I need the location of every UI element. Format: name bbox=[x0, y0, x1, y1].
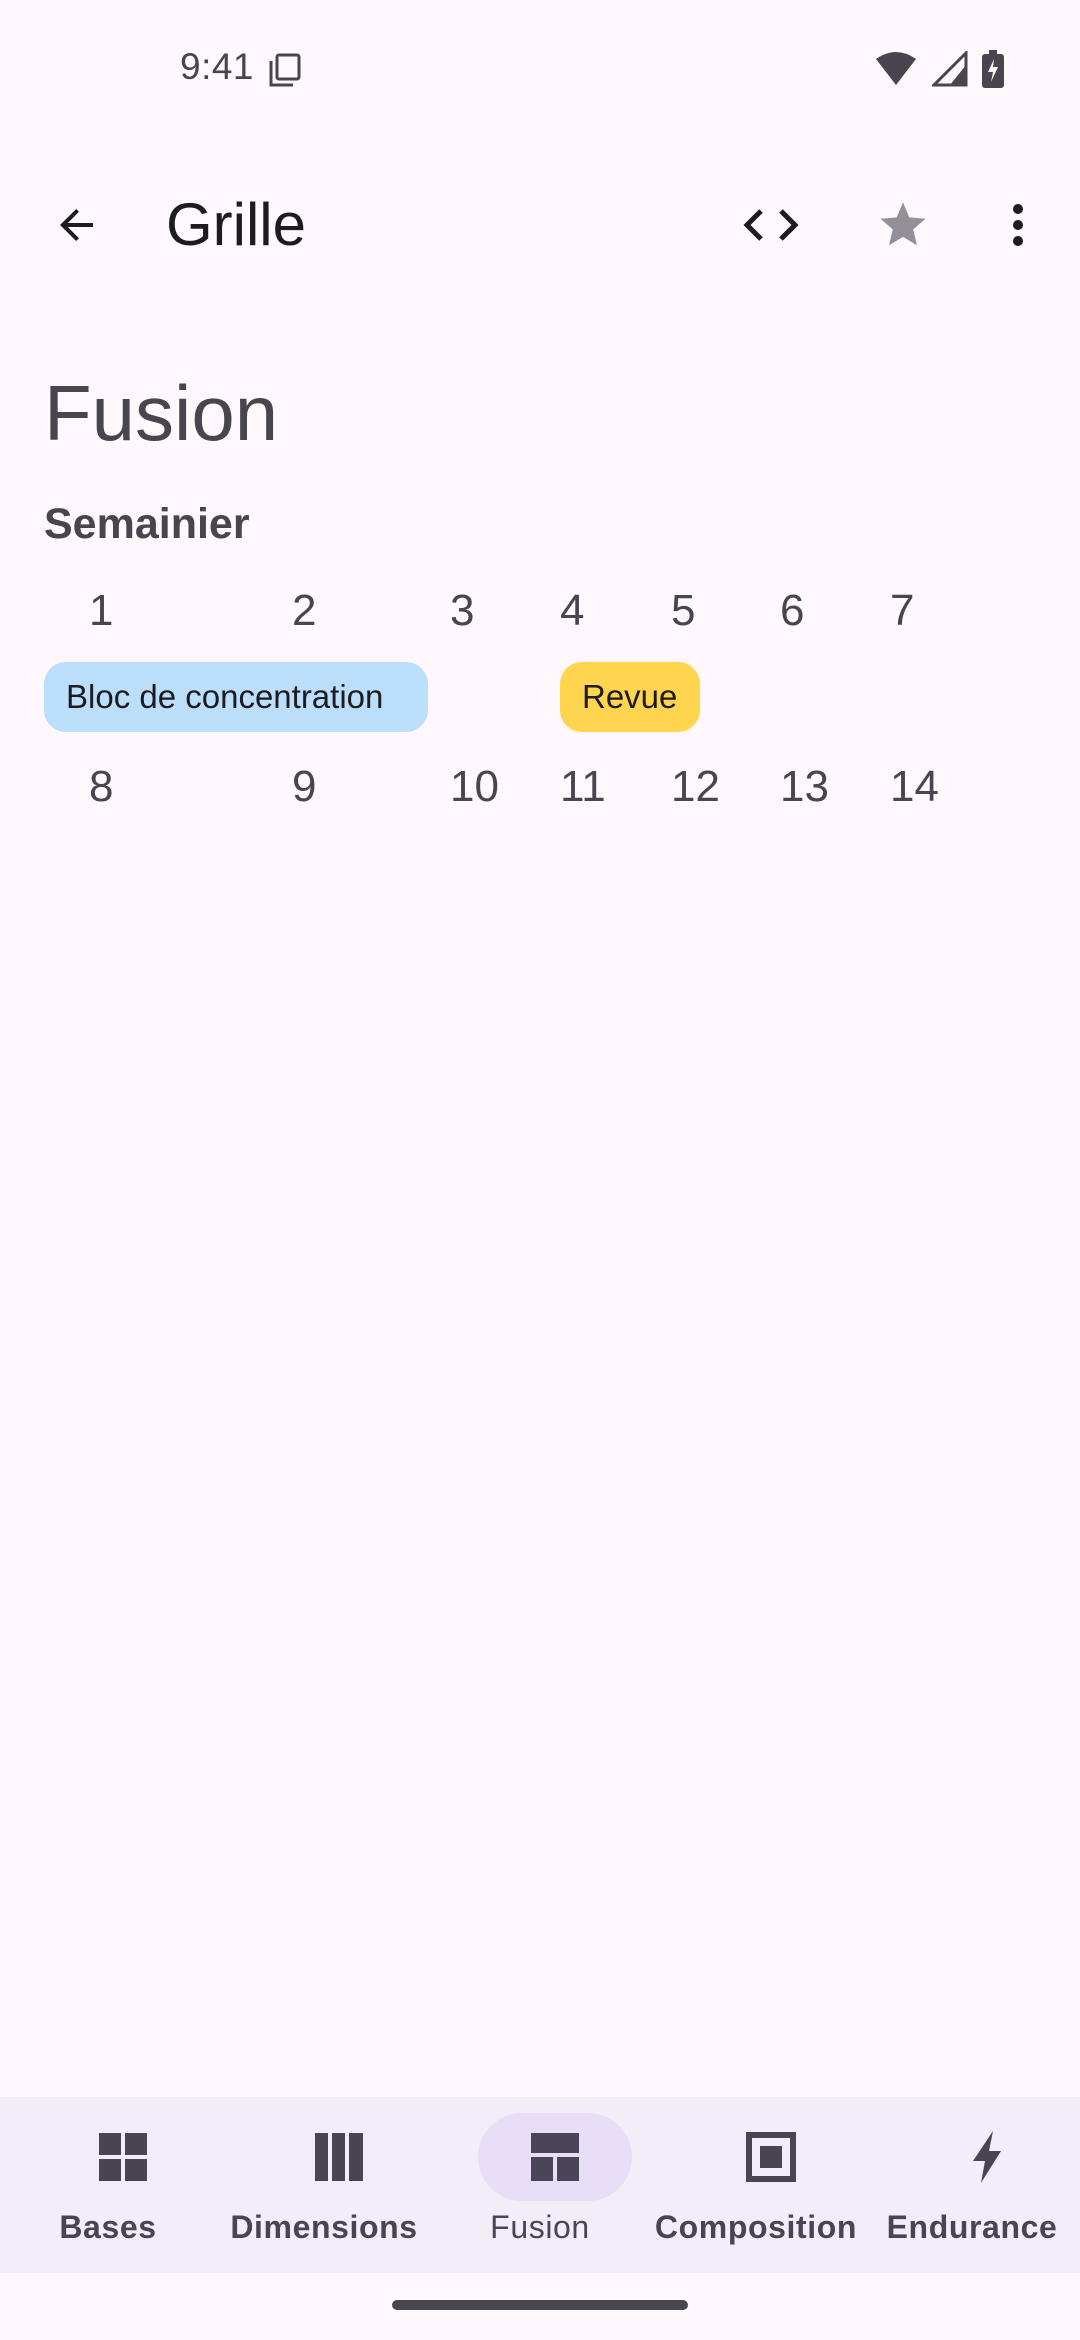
nested-square-icon bbox=[746, 2132, 796, 2182]
day-cell[interactable]: 3 bbox=[450, 586, 474, 636]
day-cell[interactable]: 7 bbox=[890, 586, 914, 636]
wifi-icon bbox=[876, 52, 916, 85]
day-cell[interactable]: 12 bbox=[671, 762, 720, 812]
nav-pill bbox=[910, 2113, 1064, 2201]
more-options-button[interactable] bbox=[970, 177, 1066, 273]
screen: 9:41 Grille Fusion Semainier 1 2 3 4 5 6… bbox=[0, 0, 1080, 2340]
nav-item-composition[interactable]: Composition bbox=[648, 2097, 864, 2273]
star-icon bbox=[880, 202, 926, 246]
section-label: Semainier bbox=[44, 500, 250, 548]
app-title: Grille bbox=[166, 191, 307, 258]
code-icon bbox=[743, 209, 799, 241]
bolt-icon bbox=[973, 2131, 1001, 2183]
top-app-bar: Grille bbox=[0, 160, 1080, 290]
day-cell[interactable]: 14 bbox=[890, 762, 939, 812]
gesture-handle[interactable] bbox=[392, 2300, 688, 2310]
back-button[interactable] bbox=[29, 177, 125, 273]
day-cell[interactable]: 1 bbox=[89, 586, 113, 636]
status-icons bbox=[874, 50, 1004, 88]
nav-pill bbox=[262, 2113, 416, 2201]
status-bar: 9:41 bbox=[0, 0, 1080, 140]
nav-item-endurance[interactable]: Endurance bbox=[864, 2097, 1080, 2273]
day-cell[interactable]: 8 bbox=[89, 762, 113, 812]
battery-charging-icon bbox=[982, 50, 1004, 88]
event-chip-focus-block[interactable]: Bloc de concentration bbox=[44, 662, 428, 732]
nav-pill bbox=[46, 2113, 200, 2201]
grid-icon bbox=[99, 2133, 147, 2181]
signal-icon bbox=[932, 51, 968, 87]
nav-label: Fusion bbox=[490, 2209, 590, 2245]
page-heading: Fusion bbox=[44, 369, 279, 457]
nav-label: Composition bbox=[654, 2209, 858, 2245]
nav-pill-active bbox=[478, 2113, 632, 2201]
copy-notification-icon bbox=[269, 53, 301, 87]
favorite-button[interactable] bbox=[855, 177, 951, 273]
arrow-back-icon bbox=[60, 209, 93, 241]
code-button[interactable] bbox=[723, 177, 819, 273]
day-cell[interactable]: 6 bbox=[780, 586, 804, 636]
nav-label: Bases bbox=[59, 2209, 157, 2245]
event-label: Bloc de concentration bbox=[66, 678, 384, 715]
more-vert-icon bbox=[1013, 204, 1023, 246]
event-chip-review[interactable]: Revue bbox=[560, 662, 700, 732]
event-label: Revue bbox=[582, 678, 678, 715]
nav-label: Dimensions bbox=[230, 2209, 418, 2245]
nav-item-dimensions[interactable]: Dimensions bbox=[216, 2097, 432, 2273]
day-cell[interactable]: 11 bbox=[560, 762, 606, 812]
day-cell[interactable]: 4 bbox=[560, 586, 584, 636]
day-cell[interactable]: 2 bbox=[292, 586, 316, 636]
nav-pill bbox=[694, 2113, 848, 2201]
day-cell[interactable]: 5 bbox=[671, 586, 695, 636]
nav-item-bases[interactable]: Bases bbox=[0, 2097, 216, 2273]
status-time: 9:41 bbox=[180, 46, 255, 87]
nav-item-fusion[interactable]: Fusion bbox=[432, 2097, 648, 2273]
day-cell[interactable]: 10 bbox=[450, 762, 499, 812]
bottom-navigation: Bases Dimensions Fusion Composition Endu… bbox=[0, 2097, 1080, 2273]
merged-layout-icon bbox=[531, 2133, 579, 2181]
nav-label: Endurance bbox=[886, 2209, 1058, 2245]
day-cell[interactable]: 9 bbox=[292, 762, 316, 812]
columns-icon bbox=[315, 2133, 363, 2181]
day-cell[interactable]: 13 bbox=[780, 762, 829, 812]
